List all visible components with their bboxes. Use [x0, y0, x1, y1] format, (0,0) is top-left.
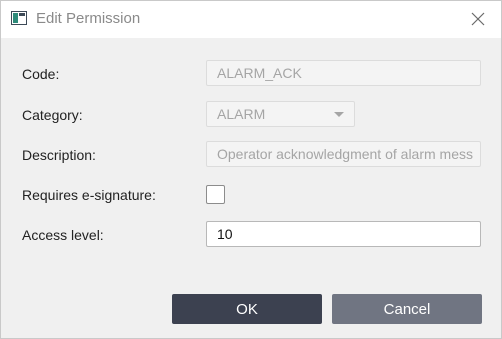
dialog-title: Edit Permission — [36, 10, 141, 27]
edit-permission-dialog: Edit Permission Code: ALARM_ACK Category… — [0, 0, 502, 339]
cancel-button-label: Cancel — [383, 300, 431, 318]
code-value: ALARM_ACK — [217, 65, 302, 81]
close-icon — [471, 12, 485, 26]
category-label: Category: — [22, 107, 83, 123]
ok-button-label: OK — [236, 300, 258, 318]
requires-esignature-checkbox[interactable] — [206, 185, 225, 204]
cancel-button[interactable]: Cancel — [332, 294, 482, 324]
description-value: Operator acknowledgment of alarm mess — [217, 146, 473, 162]
code-field: ALARM_ACK — [206, 60, 481, 86]
access-level-value: 10 — [217, 226, 233, 242]
category-value: ALARM — [217, 106, 266, 122]
code-label: Code: — [22, 66, 60, 82]
access-level-label: Access level: — [22, 227, 104, 243]
window-app-icon — [11, 11, 27, 25]
chevron-down-icon — [334, 111, 344, 117]
title-bar: Edit Permission — [1, 1, 501, 38]
description-field: Operator acknowledgment of alarm mess — [206, 141, 481, 167]
access-level-input[interactable]: 10 — [206, 221, 481, 247]
category-select: ALARM — [206, 101, 355, 127]
close-button[interactable] — [461, 3, 495, 35]
ok-button[interactable]: OK — [172, 294, 322, 324]
requires-esignature-label: Requires e-signature: — [22, 187, 156, 203]
description-label: Description: — [22, 147, 96, 163]
